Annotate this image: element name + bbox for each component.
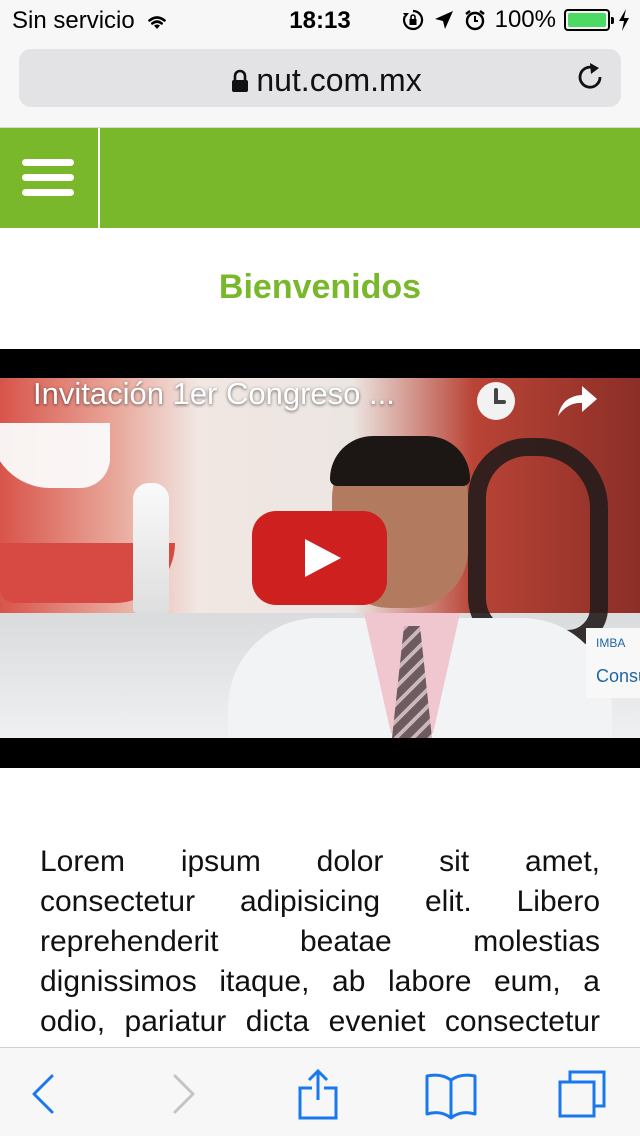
hamburger-icon [22,159,74,166]
tabs-icon[interactable] [552,1068,612,1120]
hamburger-icon [22,189,74,196]
battery-level [568,13,606,27]
browser-address-area: nut.com.mx [0,40,640,128]
url-label: nut.com.mx [256,62,422,98]
hamburger-icon [22,174,74,181]
logo-text-bottom: Consu [596,666,640,686]
battery-cap [611,17,614,24]
reload-icon[interactable] [575,62,605,92]
logo-text-top: IMBA [596,636,626,650]
body-paragraph: Lorem ipsum dolor sit amet, consectetur … [40,842,600,1042]
status-right-group: 100% [401,6,630,34]
forward-icon[interactable] [152,1068,212,1120]
charging-icon [619,9,629,31]
paragraph-line: Lorem ipsum dolor sit amet, [40,845,600,878]
thumbnail-doctor-hair [330,436,470,486]
youtube-play-icon[interactable] [252,511,387,605]
paragraph-line: dignissimos itaque, ab labore eum, a [40,965,600,998]
status-bar: Sin servicio 18:13 100% [0,0,640,40]
thumbnail-teeth [0,423,110,488]
browser-toolbar [0,1047,640,1136]
watch-later-icon[interactable] [476,381,516,421]
share-icon[interactable] [556,384,598,418]
hamburger-menu-button[interactable] [0,128,100,228]
address-bar[interactable]: nut.com.mx [19,49,621,107]
share-icon[interactable] [288,1068,348,1120]
alarm-icon [464,10,485,31]
location-icon [434,11,453,29]
page-title: Bienvenidos [218,268,422,306]
url-text[interactable]: nut.com.mx [19,62,621,99]
thumbnail-logo-sign: IMBA Consu [586,628,640,698]
paragraph-line: reprehenderit beatae molestias [40,925,600,958]
paragraph-line: consectetur adipisicing elit. Libero [40,885,600,918]
battery-icon [564,9,614,31]
bookmarks-icon[interactable] [421,1068,481,1120]
battery-percent: 100% [494,6,556,33]
rotation-lock-icon [402,9,423,31]
thumbnail-sculpture [468,438,608,648]
site-header [0,128,640,228]
back-icon[interactable] [14,1068,74,1120]
thumbnail-statue [133,483,169,613]
video-title[interactable]: Invitación 1er Congreso ... [33,376,395,412]
paragraph-line: odio, pariatur dicta eveniet consectetur [40,1005,600,1038]
